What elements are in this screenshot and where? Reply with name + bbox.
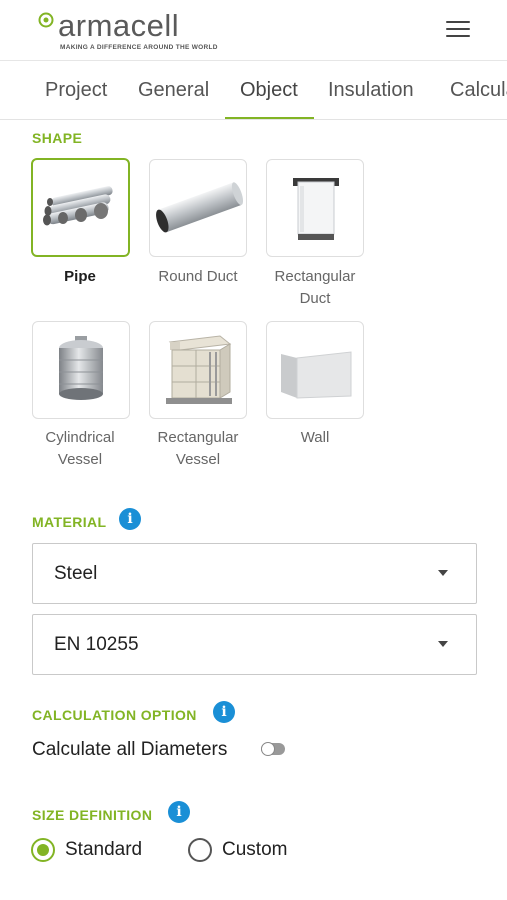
radio-custom-label[interactable]: Custom — [222, 839, 287, 861]
tab-calculation[interactable]: Calcula — [450, 79, 507, 102]
calculate-all-diameters-toggle[interactable] — [261, 742, 285, 756]
logo-wordmark: armacell — [58, 8, 180, 43]
material-standard-value: EN 10255 — [54, 634, 139, 655]
material-select[interactable]: Steel — [32, 543, 477, 604]
shape-label-rectangular-vessel-line2: Vessel — [175, 451, 221, 468]
shape-card-cylindrical-vessel[interactable] — [32, 321, 130, 419]
cylindrical-vessel-icon — [59, 336, 103, 400]
shape-label-rectangular-vessel-line1: Rectangular — [157, 429, 239, 446]
radio-checked-dot — [37, 844, 49, 856]
menu-icon[interactable] — [446, 20, 470, 38]
shape-card-pipe[interactable] — [31, 158, 130, 257]
chevron-down-icon — [438, 641, 448, 647]
shape-label-wall: Wall — [300, 429, 330, 446]
round-duct-icon — [156, 182, 244, 233]
tab-project[interactable]: Project — [45, 79, 107, 102]
material-section-label: MATERIAL — [32, 514, 107, 530]
pipe-icon — [43, 186, 113, 226]
toggle-knob — [261, 742, 275, 756]
radio-standard[interactable] — [31, 838, 55, 862]
size-definition-section-label: SIZE DEFINITION — [32, 807, 153, 823]
shape-label-rectangular-duct-line1: Rectangular — [274, 268, 356, 285]
calculation-option-section-label: CALCULATION OPTION — [32, 707, 197, 723]
tab-general[interactable]: General — [138, 79, 209, 102]
shape-label-rectangular-vessel: Rectangular Vessel — [138, 427, 258, 471]
rectangular-vessel-icon — [166, 335, 232, 404]
logo-mark-icon — [38, 12, 54, 28]
shape-label-cylindrical-vessel-line1: Cylindrical — [45, 429, 115, 446]
tab-object[interactable]: Object — [240, 79, 298, 102]
shape-card-rectangular-duct[interactable] — [266, 159, 364, 257]
shape-label-pipe: Pipe — [64, 268, 96, 285]
tab-insulation[interactable]: Insulation — [328, 79, 414, 102]
shape-section-label: SHAPE — [32, 130, 83, 146]
size-definition-info-icon[interactable]: i — [168, 801, 190, 823]
chevron-down-icon — [438, 570, 448, 576]
material-select-value: Steel — [54, 563, 98, 584]
shape-card-round-duct[interactable] — [149, 159, 247, 257]
calculation-option-info-icon[interactable]: i — [213, 701, 235, 723]
shape-label-round-duct: Round Duct — [158, 268, 238, 285]
shape-label-cylindrical-vessel-line2: Vessel — [57, 451, 103, 468]
shape-card-rectangular-vessel[interactable] — [149, 321, 247, 419]
material-info-icon[interactable]: i — [119, 508, 141, 530]
calculate-all-diameters-label: Calculate all Diameters — [32, 739, 228, 760]
logo-tagline: MAKING A DIFFERENCE AROUND THE WORLD — [60, 44, 218, 51]
active-tab-indicator — [225, 117, 314, 119]
app-header: armacell MAKING A DIFFERENCE AROUND THE … — [0, 0, 507, 61]
wall-icon — [281, 351, 352, 399]
rectangular-duct-icon — [293, 178, 339, 240]
shape-label-cylindrical-vessel: Cylindrical Vessel — [20, 427, 140, 471]
radio-standard-label[interactable]: Standard — [65, 839, 142, 861]
shape-label-rectangular-duct-line2: Duct — [299, 290, 331, 307]
shape-card-wall[interactable] — [266, 321, 364, 419]
shape-label-rectangular-duct: Rectangular Duct — [255, 266, 375, 310]
radio-custom[interactable] — [188, 838, 212, 862]
material-standard-select[interactable]: EN 10255 — [32, 614, 477, 675]
armacell-logo[interactable]: armacell MAKING A DIFFERENCE AROUND THE … — [38, 8, 217, 54]
tab-bar: Project General Object Insulation Calcul… — [0, 61, 507, 120]
